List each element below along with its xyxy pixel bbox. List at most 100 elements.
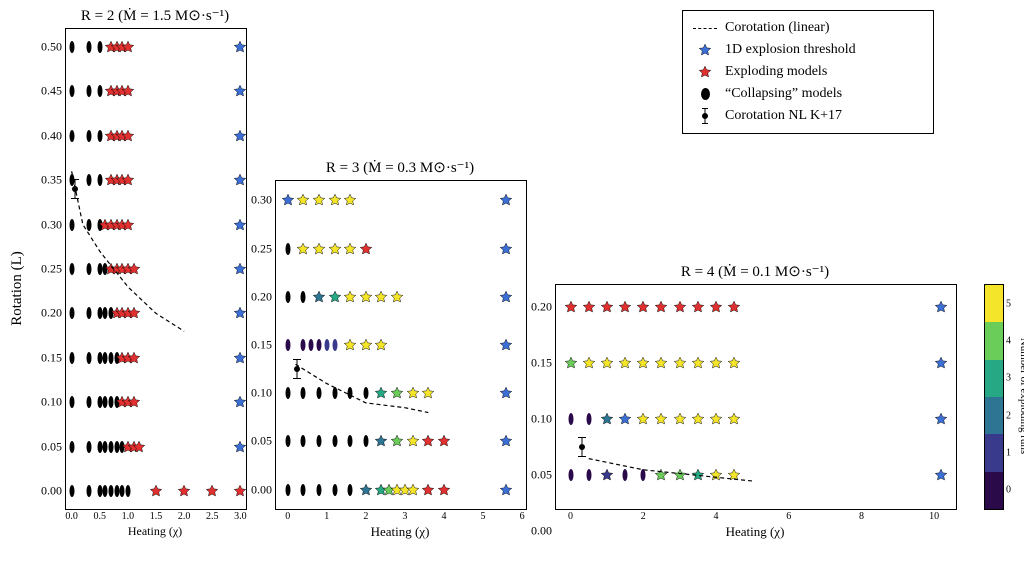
star-marker xyxy=(343,193,357,207)
star-marker xyxy=(727,356,741,370)
collapsing-marker xyxy=(309,339,314,351)
star-marker xyxy=(421,434,435,448)
collapsing-marker xyxy=(348,484,353,496)
collapsing-marker xyxy=(109,396,114,408)
collapsing-marker xyxy=(285,435,290,447)
colorbar-tick: 1 xyxy=(1006,448,1011,459)
y-tick: 0.50 xyxy=(41,39,62,54)
star-marker xyxy=(121,40,135,54)
panel2-title: R = 3 (Ṁ = 0.3 M⊙·s⁻¹) xyxy=(275,158,525,177)
x-tick: 2.5 xyxy=(206,511,219,522)
star-marker xyxy=(374,386,388,400)
star-marker xyxy=(406,434,420,448)
star-marker xyxy=(691,356,705,370)
x-tick: 0.0 xyxy=(65,511,78,522)
star-marker xyxy=(727,300,741,314)
collapsing-marker xyxy=(97,263,102,275)
collapsing-marker xyxy=(324,339,329,351)
collapsing-marker xyxy=(332,435,337,447)
collapsing-marker xyxy=(69,130,74,142)
collapsing-marker xyxy=(86,352,91,364)
y-tick: 0.15 xyxy=(41,350,62,365)
star-marker xyxy=(499,434,513,448)
star-marker xyxy=(281,193,295,207)
collapsing-marker xyxy=(109,485,114,497)
star-marker xyxy=(499,483,513,497)
collapsing-marker xyxy=(316,484,321,496)
star-marker xyxy=(618,412,632,426)
collapsing-marker xyxy=(103,352,108,364)
collapsing-marker xyxy=(301,435,306,447)
legend-errorbar-label: Corotation NL K+17 xyxy=(725,108,842,124)
y-tick: 0.30 xyxy=(251,193,272,208)
star-marker xyxy=(421,483,435,497)
legend-bluestar-label: 1D explosion threshold xyxy=(725,42,856,58)
star-marker xyxy=(233,129,247,143)
x-tick: 3 xyxy=(402,511,407,522)
collapsing-marker xyxy=(285,339,290,351)
x-tick: 5 xyxy=(481,511,486,522)
colorbar-segment xyxy=(985,434,1003,471)
star-marker xyxy=(233,395,247,409)
collapsing-marker xyxy=(332,339,337,351)
collapsing-marker xyxy=(86,219,91,231)
star-marker xyxy=(709,300,723,314)
x-tick: 3.0 xyxy=(234,511,247,522)
star-marker xyxy=(654,300,668,314)
x-tick: 0 xyxy=(285,511,290,522)
collapsing-marker xyxy=(69,485,74,497)
x-tick: 1.0 xyxy=(122,511,135,522)
panel-r3: 0.000.050.100.150.200.250.300123456 xyxy=(275,180,527,510)
y-tick: 0.40 xyxy=(41,128,62,143)
star-marker xyxy=(359,338,373,352)
y-tick: 0.20 xyxy=(41,306,62,321)
collapsing-marker xyxy=(103,307,108,319)
star-marker xyxy=(709,356,723,370)
star-marker xyxy=(600,468,614,482)
y-tick: 0.05 xyxy=(41,439,62,454)
collapsing-marker xyxy=(316,339,321,351)
y-tick: 0.10 xyxy=(251,386,272,401)
collapsing-marker xyxy=(86,396,91,408)
collapsing-marker xyxy=(285,291,290,303)
star-marker xyxy=(618,356,632,370)
x-tick: 6 xyxy=(520,511,525,522)
star-marker xyxy=(499,290,513,304)
star-marker xyxy=(233,40,247,54)
star-marker xyxy=(564,356,578,370)
colorbar-label: Number of exploding runs xyxy=(1018,338,1024,454)
star-marker xyxy=(343,242,357,256)
star-marker xyxy=(390,386,404,400)
star-marker xyxy=(374,290,388,304)
colorbar-tick: 5 xyxy=(1006,298,1011,309)
star-marker xyxy=(691,468,705,482)
star-marker xyxy=(233,351,247,365)
star-marker xyxy=(233,440,247,454)
x-tick: 1.5 xyxy=(150,511,163,522)
collapsing-marker xyxy=(97,307,102,319)
star-marker xyxy=(499,386,513,400)
colorbar-segment xyxy=(985,285,1003,322)
collapsing-marker xyxy=(586,469,591,481)
panel1-xlabel: Heating (χ) xyxy=(65,524,245,539)
y-tick: 0.25 xyxy=(41,262,62,277)
star-marker xyxy=(359,483,373,497)
collapsing-marker xyxy=(86,41,91,53)
y-tick: 0.20 xyxy=(531,300,552,315)
panel1-title: R = 2 (Ṁ = 1.5 M⊙·s⁻¹) xyxy=(65,6,245,25)
y-tick: 0.00 xyxy=(251,482,272,497)
star-marker xyxy=(582,356,596,370)
star-marker xyxy=(618,300,632,314)
legend-redstar-label: Exploding models xyxy=(725,64,827,80)
corotation-curve xyxy=(66,29,246,509)
y-tick: 0.15 xyxy=(531,356,552,371)
y-tick: 0.00 xyxy=(41,484,62,499)
star-marker xyxy=(709,412,723,426)
collapsing-marker xyxy=(301,484,306,496)
star-marker xyxy=(233,84,247,98)
panel3-title: R = 4 (Ṁ = 0.1 M⊙·s⁻¹) xyxy=(555,262,955,281)
y-tick: 0.05 xyxy=(251,434,272,449)
star-marker xyxy=(934,356,948,370)
collapsing-marker xyxy=(69,307,74,319)
star-marker xyxy=(499,338,513,352)
